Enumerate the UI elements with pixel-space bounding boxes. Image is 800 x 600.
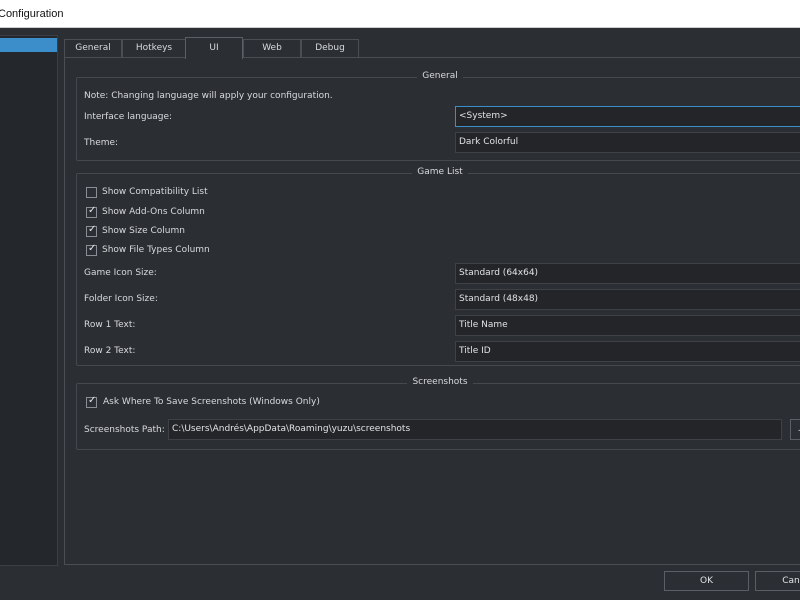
theme-label: Theme: [84,138,119,148]
game-icon-size-select[interactable]: Standard (64x64) [455,263,800,284]
tab-debug[interactable]: Debug [301,39,359,58]
cancel-button[interactable]: Cancel [755,571,800,591]
show-addons-column-checkbox[interactable]: ✓ [86,205,97,218]
language-select[interactable]: <System> [455,106,800,127]
tab-general[interactable]: General [64,39,122,58]
game-list-group-title: Game List [77,167,800,177]
show-addons-column-label: Show Add-Ons Column [102,207,205,217]
show-size-column-label: Show Size Column [102,226,185,236]
ask-save-screenshots-label: Ask Where To Save Screenshots (Windows O… [103,397,320,407]
row1-text-select[interactable]: Title Name [455,315,800,336]
row2-text-label: Row 2 Text: [84,346,136,356]
ui-settings-panel: General Note: Changing language will app… [64,57,800,565]
show-compat-list-label: Show Compatibility List [102,187,208,197]
browse-path-button[interactable]: ... [790,419,800,440]
tab-ui[interactable]: UI [185,37,243,59]
game-icon-size-label: Game Icon Size: [84,268,157,278]
screenshots-path-input[interactable]: C:\Users\Andrés\AppData\Roaming\yuzu\scr… [168,419,782,440]
tab-hotkeys[interactable]: Hotkeys [122,39,186,58]
folder-icon-size-label: Folder Icon Size: [84,294,158,304]
screenshots-path-label: Screenshots Path: [84,425,165,435]
category-list[interactable] [0,35,58,566]
row1-text-label: Row 1 Text: [84,320,136,330]
show-file-types-column-label: Show File Types Column [102,245,210,255]
category-list-selected-item[interactable] [0,38,57,52]
theme-select[interactable]: Dark Colorful [455,132,800,153]
tab-web[interactable]: Web [243,39,301,58]
general-group-title: General [77,71,800,81]
show-compat-list-checkbox[interactable] [86,187,97,198]
checkmark-icon: ✓ [88,205,97,216]
window-title: Configuration [0,8,64,20]
folder-icon-size-select[interactable]: Standard (48x48) [455,289,800,310]
show-file-types-column-checkbox[interactable]: ✓ [86,243,97,256]
language-label: Interface language: [84,112,173,122]
general-group: General Note: Changing language will app… [76,71,800,161]
row2-text-select[interactable]: Title ID [455,341,800,362]
screenshots-group-title: Screenshots [77,377,800,387]
language-note: Note: Changing language will apply your … [84,91,333,101]
screenshots-group: Screenshots ✓ Ask Where To Save Screensh… [76,377,800,450]
title-bar: Configuration [0,0,800,28]
show-size-column-checkbox[interactable]: ✓ [86,224,97,237]
checkmark-icon: ✓ [88,224,97,235]
ok-button[interactable]: OK [664,571,749,591]
ask-save-screenshots-checkbox[interactable]: ✓ [86,395,97,408]
game-list-group: Game List Show Compatibility List ✓ Show… [76,167,800,366]
checkmark-icon: ✓ [88,395,97,406]
checkmark-icon: ✓ [88,243,97,254]
